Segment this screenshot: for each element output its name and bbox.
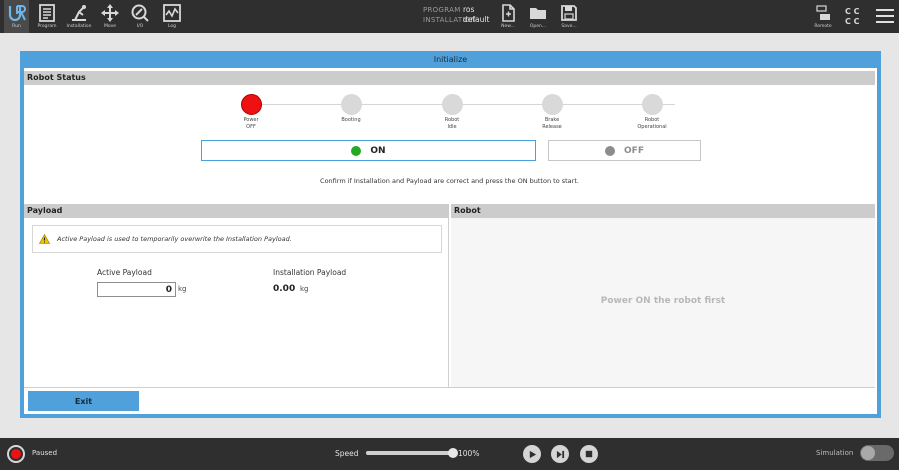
tab-program-label: Program [37,24,57,29]
warning-text: Active Payload is used to temporarily ov… [57,235,292,243]
step-robot-operational: Robot Operational [622,94,682,131]
green-led-icon [351,145,362,156]
installation-name: default [463,15,490,24]
status-indicator-gray [340,94,362,115]
program-icon [39,4,55,22]
save-program-button[interactable]: Save... [558,0,580,33]
new-program-button[interactable]: New... [497,0,519,33]
simulation-label: Simulation [816,449,854,457]
svg-text:C C: C C [845,17,860,26]
speed-slider-fill [366,451,454,455]
installation-payload-unit: kg [300,285,309,293]
installation-payload-label: Installation Payload [273,268,347,277]
installation-payload-value: 0.00 [273,284,296,294]
open-program-button[interactable]: Open... [526,0,550,33]
installation-key: INSTALLATION [423,16,477,24]
confirm-instruction: Confirm if Installation and Payload are … [320,177,579,185]
program-info: PROGRAM ros INSTALLATION default [423,5,489,25]
dialog-title: Initialize [433,55,468,64]
step-brake-release: Brake Release [522,94,582,131]
new-label: New... [501,24,515,29]
step-power-off: Power OFF [221,94,281,131]
top-toolbar: Run Program Installation Move I/O Log PR… [0,0,899,33]
new-file-icon [502,4,515,22]
power-on-button[interactable]: ON [201,140,536,161]
ur-logo-icon [8,5,26,22]
tab-log-label: Log [167,24,177,29]
folder-icon [530,8,546,19]
status-indicator-gray [441,94,463,115]
step-label: Booting [341,117,361,123]
payload-header: Payload [24,204,449,218]
speed-slider[interactable] [366,448,458,458]
tab-io[interactable]: I/O [128,0,152,33]
step-label: Brake Release [542,117,562,130]
speed-label: Speed [335,449,359,458]
move-icon [101,4,119,22]
exit-button[interactable]: Exit [28,391,139,411]
bottom-status-bar: Paused Speed 100% Simulation [0,438,899,470]
save-label: Save... [561,24,577,29]
simulation-toggle[interactable] [860,445,894,461]
robot-status-header: Robot Status [24,71,875,85]
tab-move[interactable]: Move [98,0,122,33]
svg-text:C C: C C [845,7,860,16]
step-label: Robot Idle [444,117,460,130]
hamburger-menu-icon[interactable] [875,8,895,24]
active-payload-unit: kg [178,285,187,293]
robot-placeholder-message: Power ON the robot first [600,296,726,306]
program-state: Paused [32,449,58,457]
tab-run[interactable]: Run [4,0,29,33]
speed-slider-handle[interactable] [448,448,458,458]
speed-value: 100% [458,449,480,458]
log-icon [163,4,181,22]
status-indicator-gray [541,94,563,115]
stop-icon [585,450,593,458]
warning-icon [39,234,50,244]
status-indicator-red [240,94,262,115]
tab-move-label: Move [103,24,117,29]
payload-warning: Active Payload is used to temporarily ov… [32,225,442,253]
active-payload-input[interactable] [97,282,176,297]
simulation-toggle-knob [861,446,875,460]
tab-installation-label: Installation [66,24,92,29]
step-label: Robot Operational [637,117,667,130]
save-icon [561,5,577,21]
installation-icon [72,5,86,21]
remote-label: Remote [814,24,832,29]
open-label: Open... [529,24,547,29]
robot-header: Robot [451,204,875,218]
step-button[interactable] [551,445,569,463]
program-name: ros [463,5,475,14]
step-label: Power OFF [243,117,259,130]
safety-checksum-icon[interactable]: C C C C [843,5,863,27]
dialog-footer-divider [24,387,875,388]
tab-run-label: Run [12,24,21,29]
status-indicator-gray [641,94,663,115]
tab-io-label: I/O [136,24,144,29]
power-off-button[interactable]: OFF [548,140,701,161]
io-icon [131,4,149,22]
play-button[interactable] [523,445,541,463]
step-forward-icon [556,450,564,458]
step-robot-idle: Robot Idle [422,94,482,131]
tab-installation[interactable]: Installation [64,0,94,33]
tab-program[interactable]: Program [34,0,60,33]
remote-button[interactable]: Remote [810,0,836,33]
tab-log[interactable]: Log [160,0,184,33]
power-off-label: OFF [624,145,644,156]
stop-button[interactable] [580,445,598,463]
play-icon [529,450,536,458]
step-booting: Booting [321,94,381,124]
gray-led-icon [605,145,616,156]
remote-control-icon [816,5,830,20]
program-key: PROGRAM [423,6,461,14]
power-status-button[interactable] [7,445,25,463]
active-payload-label: Active Payload [97,268,152,277]
power-on-label: ON [370,145,386,156]
red-status-icon [11,449,21,459]
